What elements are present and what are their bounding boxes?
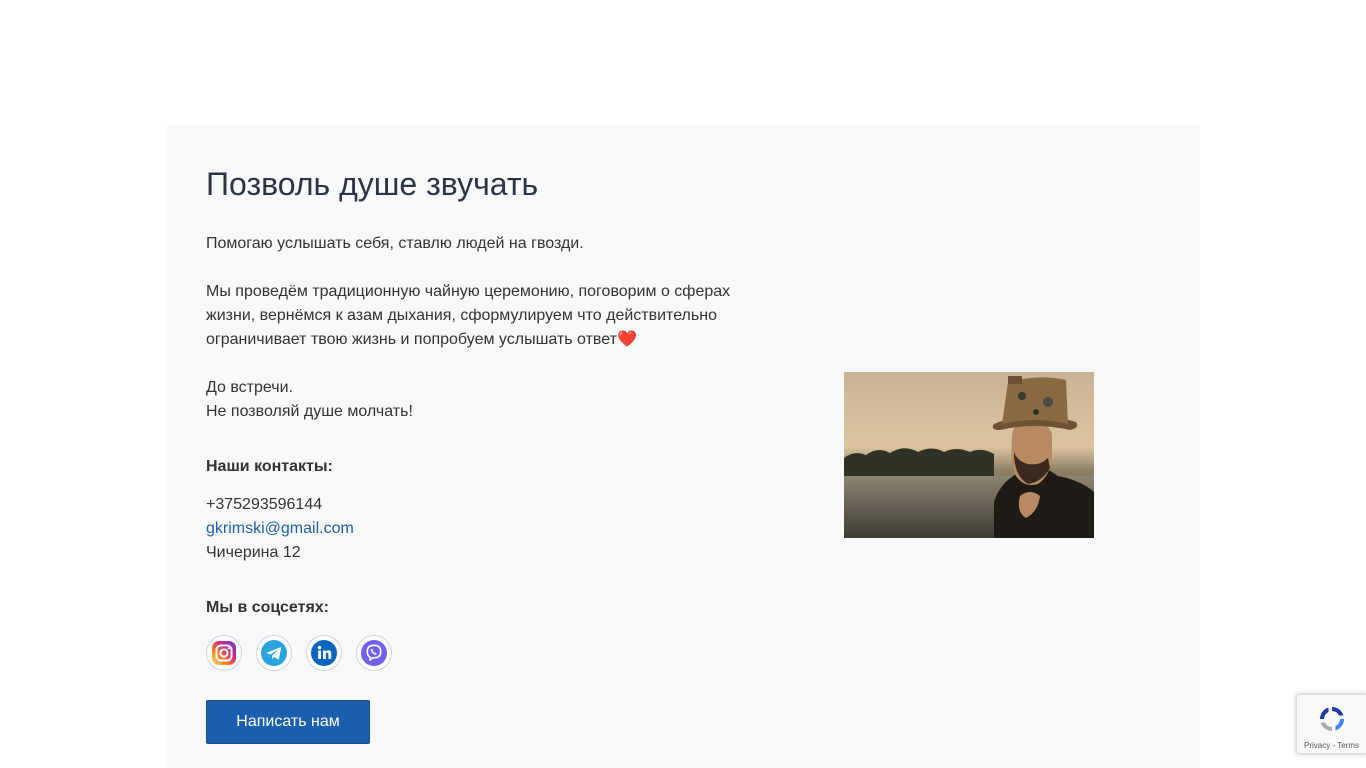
recaptcha-terms-link[interactable]: Privacy - Terms (1297, 741, 1366, 750)
body-text: Мы проведём традиционную чайную церемони… (206, 280, 746, 352)
contacts-list: +375293596144 gkrimski@gmail.com Чичерин… (206, 493, 354, 565)
contact-email-link[interactable]: gkrimski@gmail.com (206, 517, 354, 541)
viber-link[interactable] (356, 635, 392, 671)
about-section: Позволь душе звучать Помогаю услышать се… (166, 125, 1200, 768)
profile-photo (844, 372, 1094, 538)
contact-phone: +375293596144 (206, 496, 323, 513)
section-description: Помогаю услышать себя, ставлю людей на г… (206, 232, 746, 424)
body-text-content: Мы проведём традиционную чайную церемони… (206, 283, 731, 348)
linkedin-icon (311, 640, 337, 666)
social-links (206, 635, 392, 671)
contacts-heading: Наши контакты: (206, 458, 333, 475)
farewell-line-2: Не позволяй душе молчать! (206, 403, 413, 420)
contact-address: Чичерина 12 (206, 544, 301, 561)
telegram-link[interactable] (256, 635, 292, 671)
linkedin-link[interactable] (306, 635, 342, 671)
viber-icon (361, 640, 387, 666)
contact-us-button[interactable]: Написать нам (206, 700, 370, 744)
recaptcha-badge[interactable]: Privacy - Terms (1296, 694, 1366, 754)
recaptcha-logo-icon (1320, 707, 1344, 731)
intro-text: Помогаю услышать себя, ставлю людей на г… (206, 235, 584, 252)
farewell-line-1: До встречи. (206, 379, 293, 396)
instagram-link[interactable] (206, 635, 242, 671)
heart-emoji: ❤️ (616, 331, 637, 348)
section-title: Позволь душе звучать (206, 166, 539, 202)
instagram-icon (212, 641, 236, 665)
social-heading: Мы в соцсетях: (206, 599, 329, 616)
telegram-icon (261, 640, 287, 666)
